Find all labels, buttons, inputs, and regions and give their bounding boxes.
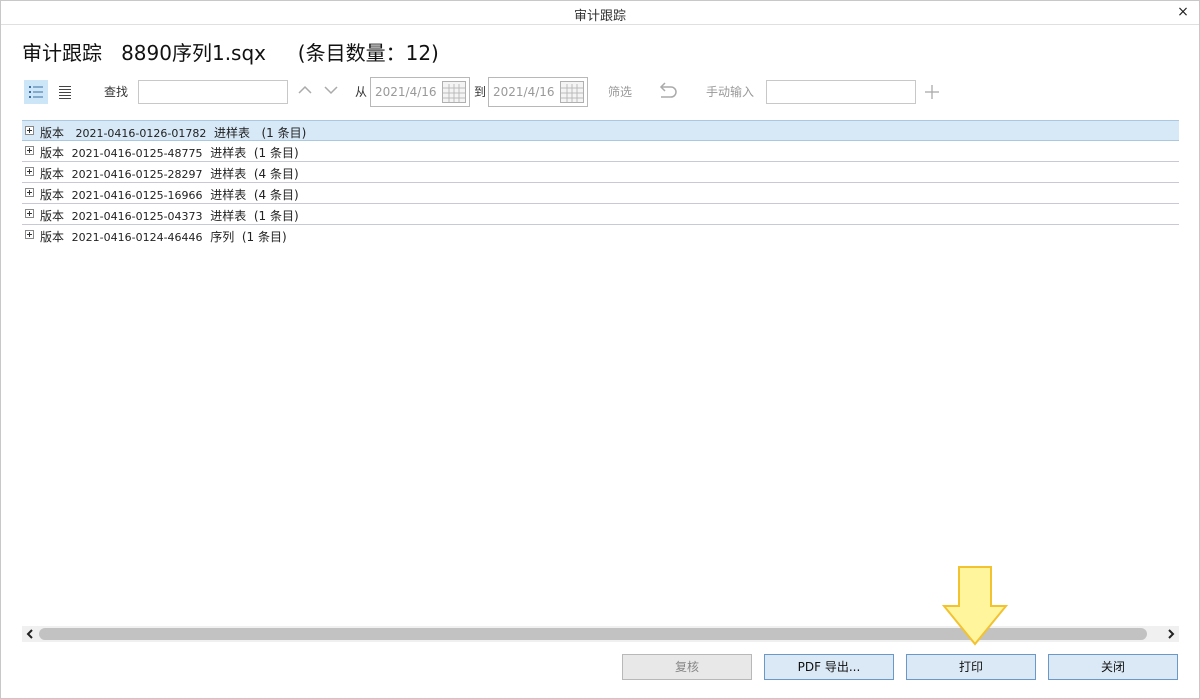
chevron-down-icon <box>324 86 338 95</box>
tree-row[interactable]: 版本 2021-0416-0125-16966 进样表 (4 条目) <box>22 183 1179 204</box>
scroll-right-icon[interactable] <box>1163 626 1179 642</box>
find-input[interactable] <box>138 80 288 104</box>
scroll-left-icon[interactable] <box>22 626 38 642</box>
undo-icon[interactable] <box>657 82 679 104</box>
annotation-down-arrow-icon <box>942 566 1008 646</box>
find-next-button[interactable] <box>321 82 341 102</box>
expand-icon[interactable] <box>25 209 34 218</box>
tree-row[interactable]: 版本 2021-0416-0125-48775 进样表 (1 条目) <box>22 141 1179 162</box>
list-tree-icon[interactable] <box>24 80 48 104</box>
from-date-value: 2021/4/16 <box>375 85 437 99</box>
tree-row[interactable]: 版本 2021-0416-0125-28297 进样表 (4 条目) <box>22 162 1179 183</box>
expand-icon[interactable] <box>25 230 34 239</box>
review-button[interactable]: 复核 <box>622 654 752 680</box>
expand-icon[interactable] <box>25 126 34 135</box>
to-label: 到 <box>474 85 487 99</box>
to-date-value: 2021/4/16 <box>493 85 555 99</box>
page-title: 审计跟踪 8890序列1.sqx (条目数量：12) <box>22 41 439 65</box>
expand-icon[interactable] <box>25 167 34 176</box>
expand-icon[interactable] <box>25 188 34 197</box>
window-title: 审计跟踪 <box>573 9 626 24</box>
filter-button[interactable]: 筛选 <box>608 83 632 100</box>
to-date-picker[interactable]: 2021/4/16 <box>488 77 588 107</box>
tree-row-label: 版本 2021-0416-0125-28297 进样表 (4 条目) <box>40 167 299 181</box>
tree-row-label: 版本 2021-0416-0124-46446 序列 (1 条目) <box>40 230 287 244</box>
toolbar: 查找 从 2021/4/16 到 2021/4/16 筛选 手动输入 <box>1 77 1199 107</box>
tree-row-label: 版本 2021-0416-0125-04373 进样表 (1 条目) <box>40 209 299 223</box>
calendar-icon[interactable] <box>442 81 466 103</box>
tree-row-label: 版本 2021-0416-0125-16966 进样表 (4 条目) <box>40 188 299 202</box>
close-button[interactable]: 关闭 <box>1048 654 1178 680</box>
add-icon[interactable] <box>923 83 941 105</box>
pdf-export-button[interactable]: PDF 导出... <box>764 654 894 680</box>
tree-row[interactable]: 版本 2021-0416-0124-46446 序列 (1 条目) <box>22 225 1179 246</box>
from-label: 从 <box>355 85 368 99</box>
from-date-picker[interactable]: 2021/4/16 <box>370 77 470 107</box>
print-button[interactable]: 打印 <box>906 654 1036 680</box>
manual-input-label: 手动输入 <box>706 85 755 99</box>
audit-tree: 版本 2021-0416-0126-01782 进样表 (1 条目) 版本 20… <box>22 120 1179 246</box>
chevron-up-icon <box>298 85 312 94</box>
calendar-icon[interactable] <box>560 81 584 103</box>
audit-trail-dialog: 审计跟踪 × 审计跟踪 8890序列1.sqx (条目数量：12) 查找 从 2… <box>0 0 1200 699</box>
find-previous-button[interactable] <box>295 82 315 102</box>
list-flat-icon[interactable] <box>53 80 77 104</box>
close-icon[interactable]: × <box>1175 3 1191 21</box>
tree-row[interactable]: 版本 2021-0416-0126-01782 进样表 (1 条目) <box>22 120 1179 141</box>
tree-row[interactable]: 版本 2021-0416-0125-04373 进样表 (1 条目) <box>22 204 1179 225</box>
expand-icon[interactable] <box>25 146 34 155</box>
tree-row-label: 版本 2021-0416-0125-48775 进样表 (1 条目) <box>40 146 299 160</box>
manual-input-field[interactable] <box>766 80 916 104</box>
title-bar: 审计跟踪 × <box>1 1 1199 25</box>
tree-row-label: 版本 2021-0416-0126-01782 进样表 (1 条目) <box>40 126 307 140</box>
find-label: 查找 <box>104 85 129 99</box>
